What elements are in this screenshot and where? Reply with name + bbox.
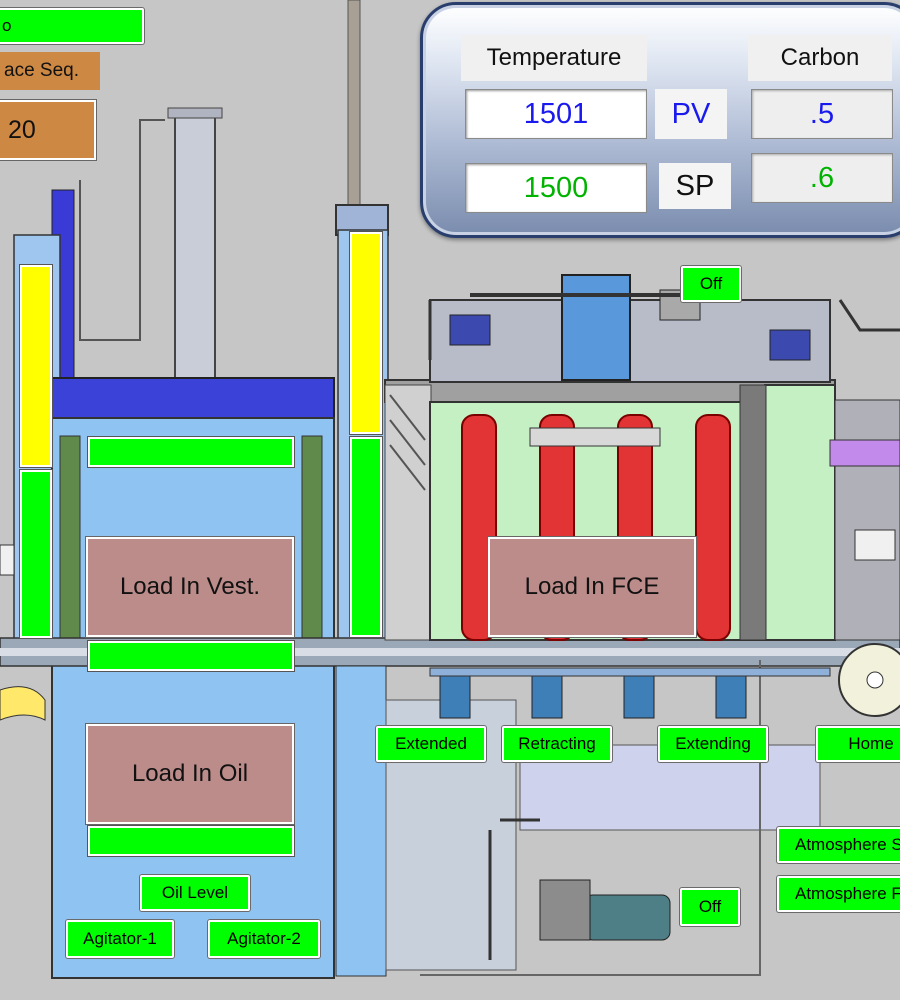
sp-label: SP xyxy=(659,163,731,209)
temperature-pv: 1501 xyxy=(465,89,647,139)
left-tower-upper-indicator xyxy=(20,265,52,467)
home-status[interactable]: Home xyxy=(816,726,900,762)
process-values-panel: Temperature Carbon 1501 PV .5 1500 SP .6 xyxy=(420,2,900,238)
agitator-2-status[interactable]: Agitator-2 xyxy=(208,920,320,958)
furnace-sequence-value[interactable]: 20 xyxy=(0,100,96,160)
temperature-header: Temperature xyxy=(461,35,647,81)
agitator-1-status[interactable]: Agitator-1 xyxy=(66,920,174,958)
carbon-sp[interactable]: .6 xyxy=(751,153,893,203)
oil-bottom-indicator xyxy=(88,826,294,856)
oil-level-status[interactable]: Oil Level xyxy=(140,875,250,911)
vestibule-bottom-indicator xyxy=(88,641,294,671)
temperature-sp[interactable]: 1500 xyxy=(465,163,647,213)
left-tower-lower-indicator xyxy=(20,470,52,638)
vestibule-top-indicator xyxy=(88,437,294,467)
load-in-furnace[interactable]: Load In FCE xyxy=(488,537,696,637)
retracting-status[interactable]: Retracting xyxy=(502,726,612,762)
furnace-top-off-status[interactable]: Off xyxy=(681,266,741,302)
load-in-oil[interactable]: Load In Oil xyxy=(86,724,294,824)
right-tower-upper-indicator xyxy=(350,232,382,434)
carbon-pv: .5 xyxy=(751,89,893,139)
cylinder-icon xyxy=(174,109,216,379)
pump-off-status[interactable]: Off xyxy=(680,888,740,926)
top-status-button[interactable]: o xyxy=(0,8,144,44)
extended-status[interactable]: Extended xyxy=(376,726,486,762)
atmosphere-status-2[interactable]: Atmosphere F xyxy=(777,876,900,912)
furnace-sequence-label: ace Seq. xyxy=(0,52,100,90)
load-in-vestibule[interactable]: Load In Vest. xyxy=(86,537,294,637)
carbon-header: Carbon xyxy=(748,35,892,81)
atmosphere-status-1[interactable]: Atmosphere S xyxy=(777,827,900,863)
right-tower-lower-indicator xyxy=(350,437,382,637)
pv-label: PV xyxy=(655,89,727,139)
extending-status[interactable]: Extending xyxy=(658,726,768,762)
